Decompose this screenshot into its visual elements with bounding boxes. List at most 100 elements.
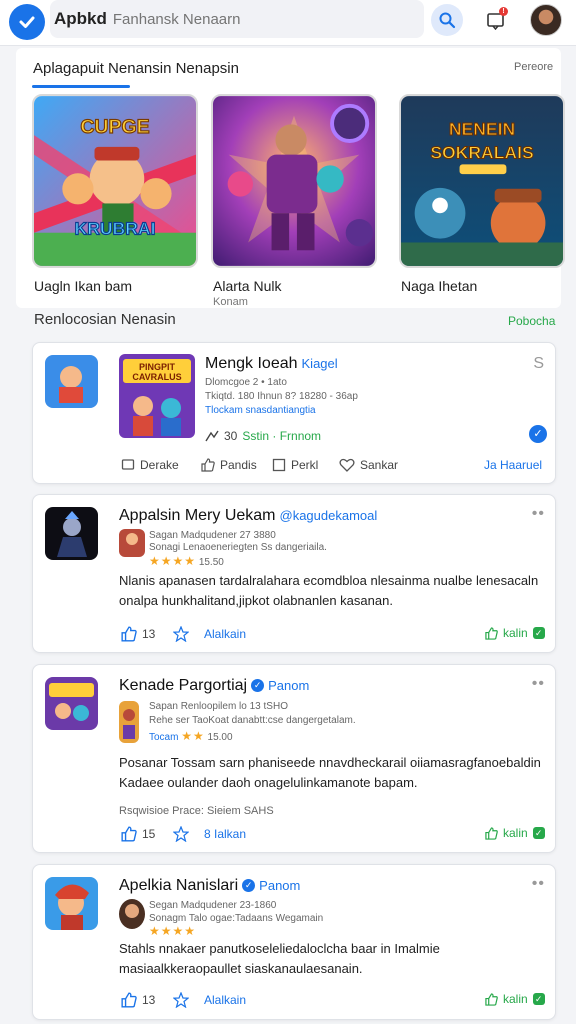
tile-2-name[interactable]: Alarta Nulk xyxy=(213,278,281,294)
featured-tile-1[interactable]: CUPGE KRUBRAI xyxy=(32,94,198,268)
card-3-title-text: Kenade Pargortiaj xyxy=(119,677,248,694)
card-2-thumbnail xyxy=(119,529,145,557)
card-4-like-button[interactable]: 13 xyxy=(121,992,155,1008)
notification-button[interactable]: ! xyxy=(484,7,508,32)
trend-icon xyxy=(205,430,219,442)
game-art-2 xyxy=(213,96,375,266)
tile-3-name[interactable]: Naga Ihetan xyxy=(401,278,477,294)
card-2-mid-action[interactable]: Alalkain xyxy=(173,626,246,642)
featured-title: Aplagapuit Nenansin Nenapsin xyxy=(33,60,239,77)
card-1-thumbnail[interactable]: PINGPIT CAVRALUS xyxy=(119,354,195,438)
card-3-footer-line: Rsqwisioe Prace: Sieiem SAHS xyxy=(119,805,274,817)
bookmark-icon xyxy=(272,458,286,472)
card-2-title[interactable]: Appalsin Mery Uekam @kagudekamoal xyxy=(119,507,377,525)
card-1-action-2-label: Pandis xyxy=(220,458,257,472)
card-4-more-icon[interactable]: •• xyxy=(532,875,545,893)
card-4-stars: ★★★★ xyxy=(149,924,197,938)
card-4-app-icon[interactable] xyxy=(45,877,98,930)
card-1-rating-number: 30 xyxy=(224,429,238,443)
game-art-3: NENEIN SOKRALAIS xyxy=(401,96,563,266)
card-2-tag[interactable]: @kagudekamoal xyxy=(280,508,378,523)
card-2-body: Nlanis apanasen tardalralahara ecomdbloa… xyxy=(119,573,539,608)
card-1-tag[interactable]: Kiagel xyxy=(302,356,338,371)
tile-1-banner-bottom: KRUBRAI xyxy=(75,219,156,239)
card-1-rating-label: Sstin · Frnnom xyxy=(242,429,322,443)
featured-see-more-link[interactable]: Pereore xyxy=(514,61,553,73)
card-3-mid-action-label: 8 Ialkan xyxy=(204,827,247,841)
card-1-title-text: Mengk Ioeah xyxy=(205,355,298,372)
featured-tile-3[interactable]: NENEIN SOKRALAIS xyxy=(399,94,565,268)
search-icon xyxy=(439,12,456,29)
recommend-title: Renlocosian Nenasin xyxy=(34,311,176,328)
card-1-verified-check-icon: ✓ xyxy=(529,425,547,443)
card-3-app-icon[interactable] xyxy=(45,677,98,730)
thumbs-up-icon xyxy=(121,826,137,842)
card-3-body: Posanar Tossam sarn phaniseede nnavdheck… xyxy=(119,755,541,790)
card-1-rating: 30 Sstin · Frnnom xyxy=(205,429,321,443)
app-name: Apbkd xyxy=(54,9,107,28)
recommend-card-1[interactable]: PINGPIT CAVRALUS Mengk Ioeah Kiagel S Dlo… xyxy=(32,342,556,484)
thumbs-up-icon xyxy=(201,458,215,472)
card-1-thumb-text-top: PINGPIT xyxy=(139,362,176,372)
card-1-meta-3[interactable]: Tlockam snasdantiangtia xyxy=(205,405,316,416)
featured-title-underline xyxy=(32,85,130,88)
card-2-more-icon[interactable]: •• xyxy=(532,505,545,523)
recommend-card-4[interactable]: Apelkia Nanislari ✓ Panom •• Segan Madqude… xyxy=(32,864,556,1020)
tile-3-banner-top: NENEIN xyxy=(449,119,515,139)
card-2-right-action[interactable]: kalin ✓ xyxy=(485,626,545,640)
recommend-card-3[interactable]: Kenade Pargortiaj ✓ Panom •• Sapan Renloop… xyxy=(32,664,556,853)
tile-2-subtitle: Konam xyxy=(213,296,248,308)
card-3-thumbnail xyxy=(119,701,139,743)
card-1-action-1[interactable]: Derake xyxy=(121,458,179,472)
card-3-sub-2: Rehe ser TaoKoat danabtt:cse dangergetal… xyxy=(149,715,356,726)
card-3-title[interactable]: Kenade Pargortiaj ✓ Panom xyxy=(119,677,309,695)
star-outline-icon xyxy=(173,626,189,642)
tile-1-name[interactable]: Uagln Ikan bam xyxy=(34,278,132,294)
card-2-like-button[interactable]: 13 xyxy=(121,626,155,642)
user-avatar[interactable] xyxy=(530,4,562,36)
star-outline-icon xyxy=(173,826,189,842)
card-1-action-3[interactable]: Perkl xyxy=(272,458,318,472)
search-button[interactable] xyxy=(431,4,463,36)
card-4-body: Stahls nnakaer panutkoseleliedaloclcha b… xyxy=(119,941,440,976)
check-icon: ✓ xyxy=(532,993,545,1005)
card-2-app-icon[interactable] xyxy=(45,507,98,560)
card-1-action-4[interactable]: Sankar xyxy=(339,458,398,472)
card-1-action-right[interactable]: Ja Haaruel xyxy=(484,458,542,472)
card-1-action-2[interactable]: Pandis xyxy=(201,458,257,472)
card-4-title[interactable]: Apelkia Nanislari ✓ Panom xyxy=(119,877,300,895)
card-1-title[interactable]: Mengk Ioeah Kiagel xyxy=(205,355,338,373)
card-3-right-action[interactable]: kalin ✓ xyxy=(485,826,545,840)
card-4-mid-action-label: Alalkain xyxy=(204,993,247,1007)
card-3-sub-3: Tocam xyxy=(149,732,179,743)
card-3-more-icon[interactable]: •• xyxy=(532,675,545,693)
app-logo-check-icon[interactable] xyxy=(9,4,45,40)
card-1-meta-2: Tkiqtd. 180 Ihnun 8? 18280 - 36ap xyxy=(205,391,358,402)
card-1-thumb-text-bottom: CAVRALUS xyxy=(132,372,181,382)
card-4-tag[interactable]: Panom xyxy=(259,878,300,893)
card-4-sub-2: Sonagm Talo ogae:Tadaans Wegamain xyxy=(149,913,324,924)
search-bar[interactable]: Apbkd xyxy=(50,0,424,38)
card-3-mid-action[interactable]: 8 Ialkan xyxy=(173,826,246,842)
card-2-sub-2-text: Sonagi Lenaoeneriegten Ss dangeriaila. xyxy=(149,542,327,553)
card-2-sub-2: Sonagi Lenaoeneriegten Ss dangeriaila. xyxy=(149,542,327,553)
card-3-tag[interactable]: Panom xyxy=(268,678,309,693)
star-outline-icon xyxy=(173,992,189,1008)
card-4-like-count: 13 xyxy=(142,993,156,1007)
card-1-app-icon[interactable] xyxy=(45,355,98,408)
tile-3-banner-bottom: SOKRALAIS xyxy=(430,143,534,163)
featured-tile-2[interactable] xyxy=(211,94,377,268)
recommend-card-2[interactable]: Appalsin Mery Uekam @kagudekamoal •• Saga… xyxy=(32,494,556,653)
card-4-mid-action[interactable]: Alalkain xyxy=(173,992,246,1008)
card-2-sub-1: Sagan Madqudener 27 3880 xyxy=(149,530,276,541)
thumbs-up-icon xyxy=(121,992,137,1008)
recommend-see-more-link[interactable]: Pobocha xyxy=(508,314,555,328)
card-1-meta-1: Dlomcgoe 2 • 1ato xyxy=(205,377,287,388)
search-input[interactable] xyxy=(112,10,403,28)
thumbs-up-icon xyxy=(121,626,137,642)
card-4-avatar xyxy=(119,899,145,929)
check-icon: ✓ xyxy=(532,627,545,639)
card-3-like-button[interactable]: 15 xyxy=(121,826,155,842)
card-4-right-action[interactable]: kalin ✓ xyxy=(485,992,545,1006)
top-bar: Apbkd ! xyxy=(0,0,576,46)
